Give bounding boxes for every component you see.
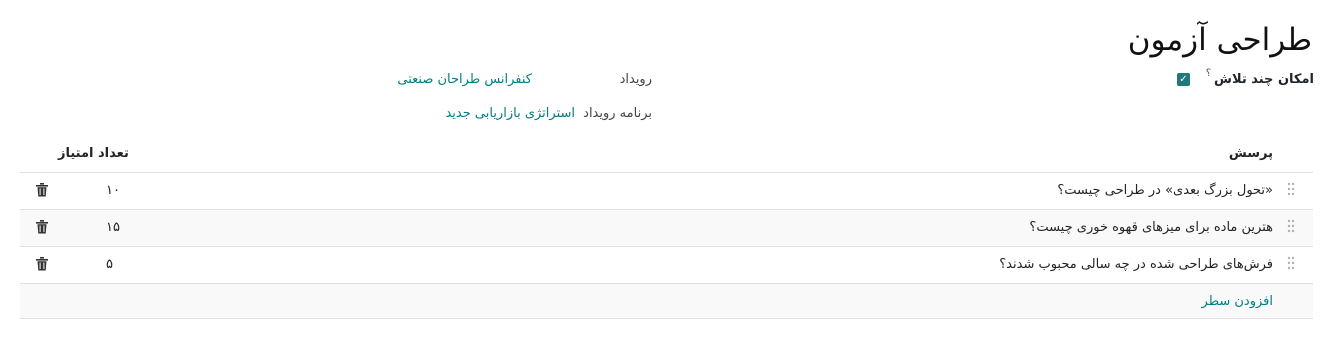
check-icon: ✓ [1179, 74, 1188, 85]
table-row[interactable]: «تحول بزرگ بعدی» در طراحی چیست؟ ۱۰ [20, 173, 1313, 210]
event-label: رویداد [619, 72, 652, 87]
questions-table: پرسش تعداد امتیاز «تحول بزرگ بعدی» در طر… [20, 136, 1313, 319]
trash-icon[interactable] [34, 256, 48, 272]
add-line-link[interactable]: افزودن سطر [1202, 292, 1273, 312]
add-line-row: افزودن سطر [20, 284, 1313, 319]
help-tooltip-icon[interactable]: ؟ [1206, 64, 1211, 84]
page-title: طراحی آزمون [1127, 22, 1312, 58]
trash-icon[interactable] [34, 182, 48, 198]
multi-attempt-field: امکان چند تلاش ؟ ✓ [1177, 68, 1314, 90]
table-row[interactable]: فرش‌های طراحی شده در چه سالی محبوب شدند؟… [20, 247, 1313, 284]
event-value-link[interactable]: کنفرانس طراحان صنعتی [397, 70, 532, 90]
column-header-question[interactable]: پرسش [1229, 145, 1273, 163]
table-row[interactable]: هترین ماده برای میزهای قهوه خوری چیست؟ ۱… [20, 210, 1313, 247]
question-cell[interactable]: هترین ماده برای میزهای قهوه خوری چیست؟ [1029, 218, 1273, 238]
question-cell[interactable]: «تحول بزرگ بعدی» در طراحی چیست؟ [1057, 181, 1273, 201]
quiz-form: طراحی آزمون امکان چند تلاش ؟ ✓ رویداد کن… [0, 0, 1334, 352]
column-header-score[interactable]: تعداد امتیاز [58, 145, 129, 163]
multi-attempt-checkbox[interactable]: ✓ [1177, 73, 1190, 86]
score-cell[interactable]: ۱۰ [106, 181, 120, 201]
multi-attempt-label: امکان چند تلاش [1214, 72, 1314, 87]
trash-icon[interactable] [34, 219, 48, 235]
event-track-label: برنامه رویداد [583, 106, 652, 121]
table-header: پرسش تعداد امتیاز [20, 136, 1313, 173]
drag-handle-icon[interactable] [1287, 256, 1295, 271]
score-cell[interactable]: ۱۵ [106, 218, 120, 238]
drag-handle-icon[interactable] [1287, 219, 1295, 234]
question-cell[interactable]: فرش‌های طراحی شده در چه سالی محبوب شدند؟ [999, 255, 1273, 275]
event-track-value-link[interactable]: استراتژی بازاریابی جدید [445, 104, 575, 124]
drag-handle-icon[interactable] [1287, 182, 1295, 197]
score-cell[interactable]: ۵ [106, 255, 113, 275]
